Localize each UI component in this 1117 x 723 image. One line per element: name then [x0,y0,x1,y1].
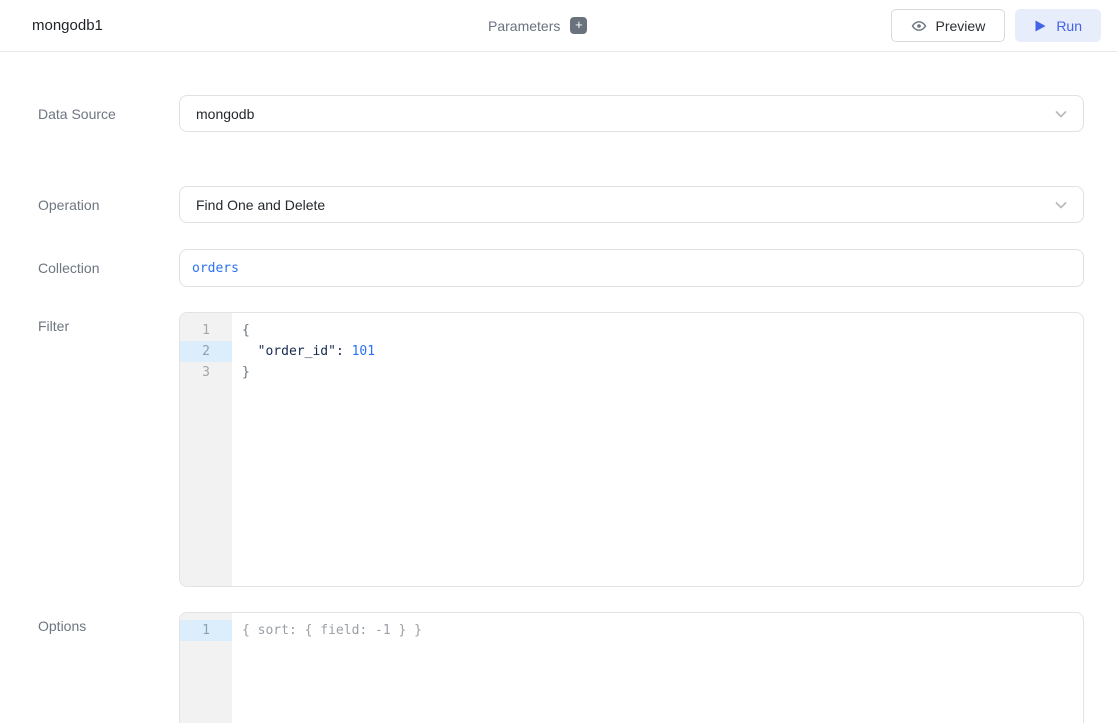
operation-row: Operation Find One and Delete [0,186,1117,223]
operation-dropdown[interactable]: Find One and Delete [179,186,1084,223]
data-source-dropdown[interactable]: mongodb [179,95,1084,132]
line-number: 1 [180,320,232,341]
parameters-section: Parameters + [488,0,587,51]
options-code-editor[interactable]: 1 { sort: { field: -1 } } [179,612,1084,723]
data-source-row: Data Source mongodb [0,95,1117,132]
add-parameter-button[interactable]: + [570,17,587,34]
line-number: 1 [180,620,232,641]
chevron-down-icon [1053,106,1069,122]
code-line: "order_id": 101 [242,341,1083,362]
preview-button-label: Preview [936,18,986,34]
options-editor-code: { sort: { field: -1 } } [232,613,1083,723]
header-actions: Preview Run [891,9,1101,42]
code-line: { sort: { field: -1 } } [242,620,1083,641]
chevron-down-icon [1053,197,1069,213]
filter-editor-code: { "order_id": 101} [232,313,1083,586]
line-number: 2 [180,341,232,362]
line-number: 3 [180,362,232,383]
options-label: Options [38,612,179,634]
parameters-label: Parameters [488,18,560,34]
eye-icon [911,18,927,34]
collection-value: orders [192,261,239,276]
code-line: } [242,362,1083,383]
code-line: { [242,320,1083,341]
collection-label: Collection [38,260,179,276]
filter-editor-gutter: 123 [180,313,232,586]
run-button-label: Run [1056,18,1082,34]
query-header-bar: mongodb1 Parameters + Preview Run [0,0,1117,52]
query-editor-form: Data Source mongodb Operation Find One a… [0,52,1117,723]
data-source-label: Data Source [38,106,179,122]
options-row: Options 1 { sort: { field: -1 } } [0,612,1117,723]
query-name[interactable]: mongodb1 [32,17,103,34]
options-editor-gutter: 1 [180,613,232,723]
plus-icon: + [575,17,583,32]
preview-button[interactable]: Preview [891,9,1006,42]
play-icon [1034,19,1047,33]
collection-row: Collection orders [0,249,1117,287]
operation-label: Operation [38,197,179,213]
run-button[interactable]: Run [1015,9,1101,42]
filter-label: Filter [38,312,179,334]
filter-code-editor[interactable]: 123 { "order_id": 101} [179,312,1084,587]
operation-value: Find One and Delete [196,197,1053,213]
collection-input[interactable]: orders [179,249,1084,287]
filter-row: Filter 123 { "order_id": 101} [0,312,1117,587]
data-source-value: mongodb [196,106,1053,122]
